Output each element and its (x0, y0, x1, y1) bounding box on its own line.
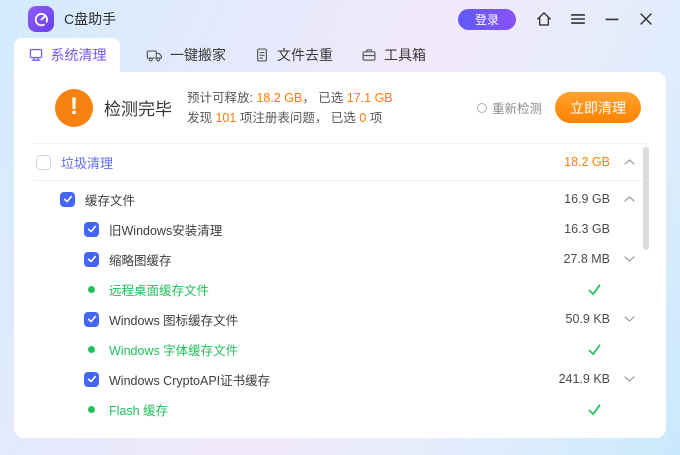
item-label: Windows 图标缓存文件 (109, 313, 239, 328)
item-size: 16.3 GB (564, 222, 610, 236)
item-label: 远程桌面缓存文件 (109, 283, 210, 298)
list-item-old-windows[interactable]: 旧Windows安装清理 16.3 GB (14, 214, 666, 244)
toolbox-icon (361, 47, 377, 63)
login-button[interactable]: 登录 (458, 8, 516, 30)
document-icon (254, 47, 270, 63)
item-size: 50.9 KB (565, 312, 610, 326)
item-label: 旧Windows安装清理 (109, 223, 223, 238)
recheck-icon (476, 102, 487, 113)
clean-now-button[interactable]: 立即清理 (555, 92, 641, 123)
checkbox-checked[interactable] (84, 371, 99, 387)
list-item-flash-cache[interactable]: Flash 缓存 (14, 394, 666, 424)
chevron-down-icon[interactable] (622, 316, 636, 322)
item-size: 241.9 KB (558, 372, 610, 386)
titlebar: C盘助手 登录 (0, 0, 680, 38)
item-size: 16.9 GB (564, 192, 610, 206)
item-label: Windows CryptoAPI证书缓存 (109, 373, 271, 388)
releasable-size: 18.2 GB (256, 90, 303, 105)
group-label: 垃圾清理 (61, 155, 114, 171)
item-label: 缩略图缓存 (109, 253, 172, 268)
monitor-icon (28, 47, 44, 63)
checkbox-checked[interactable] (84, 311, 99, 327)
tab-toolbox[interactable]: 工具箱 (359, 38, 428, 72)
tab-label: 一键搬家 (170, 47, 226, 63)
status-title: 检测完毕 (104, 100, 172, 119)
scan-summary: 预计可释放: 18.2 GB， 已选 17.1 GB 发现 101 项注册表问题… (187, 88, 393, 128)
list-item-cryptoapi-cache[interactable]: Windows CryptoAPI证书缓存 241.9 KB (14, 364, 666, 394)
list-item-cache-files[interactable]: 缓存文件 16.9 GB (14, 184, 666, 214)
tab-label: 工具箱 (384, 47, 426, 63)
tabbar: 系统清理 一键搬家 文件去重 工具箱 (14, 38, 428, 72)
checkbox-checked[interactable] (60, 191, 75, 207)
tab-file-dedup[interactable]: 文件去重 (252, 38, 335, 72)
item-label: Flash 缓存 (109, 403, 169, 418)
selected-size: 17.1 GB (346, 90, 393, 105)
done-check-icon (587, 282, 602, 297)
home-icon[interactable] (534, 9, 554, 29)
chevron-down-icon[interactable] (622, 376, 636, 382)
app-title: C盘助手 (64, 11, 117, 27)
item-size: 27.8 MB (563, 252, 610, 266)
group-row-garbage-clean[interactable]: 垃圾清理 18.2 GB (14, 144, 666, 180)
minimize-icon[interactable] (602, 9, 622, 29)
group-size: 18.2 GB (564, 155, 610, 169)
summary-line-2: 发现 101 项注册表问题， 已选 0 项 (187, 110, 383, 125)
tab-label: 系统清理 (50, 47, 107, 63)
recheck-label: 重新检测 (491, 102, 542, 116)
warning-icon: ! (55, 88, 93, 127)
status-banner: ! 检测完毕 预计可释放: 18.2 GB， 已选 17.1 GB 发现 101… (14, 72, 666, 143)
done-check-icon (587, 342, 602, 357)
checkbox-checked[interactable] (84, 221, 99, 237)
window-controls (534, 9, 656, 29)
scrollbar-thumb[interactable] (643, 147, 649, 250)
green-dot-icon (88, 285, 95, 293)
item-label: Windows 字体缓存文件 (109, 343, 239, 358)
tab-system-clean[interactable]: 系统清理 (14, 38, 120, 72)
list-item-windows-icon-cache[interactable]: Windows 图标缓存文件 50.9 KB (14, 304, 666, 334)
list-item-remote-desktop-cache[interactable]: 远程桌面缓存文件 (14, 274, 666, 304)
tab-label: 文件去重 (277, 47, 333, 63)
truck-icon (146, 47, 163, 64)
green-dot-icon (88, 345, 95, 353)
green-dot-icon (88, 405, 95, 413)
group-checkbox[interactable] (36, 154, 51, 170)
cleanup-item-list: 缓存文件 16.9 GB 旧Windows安装清理 16.3 GB 缩略图缓存 … (14, 181, 666, 424)
chevron-up-icon[interactable] (622, 196, 636, 202)
registry-issue-count: 101 (215, 110, 237, 125)
recheck-button[interactable]: 重新检测 (476, 98, 542, 117)
main-panel: ! 检测完毕 预计可释放: 18.2 GB， 已选 17.1 GB 发现 101… (14, 72, 666, 438)
list-item-thumbnail-cache[interactable]: 缩略图缓存 27.8 MB (14, 244, 666, 274)
close-icon[interactable] (636, 9, 656, 29)
tab-one-key-move[interactable]: 一键搬家 (144, 38, 228, 72)
menu-icon[interactable] (568, 9, 588, 29)
app-logo-gauge-icon (28, 6, 54, 32)
done-check-icon (587, 402, 602, 417)
list-item-windows-font-cache[interactable]: Windows 字体缓存文件 (14, 334, 666, 364)
chevron-up-icon[interactable] (622, 159, 636, 165)
summary-line-1: 预计可释放: 18.2 GB， 已选 17.1 GB (187, 90, 393, 105)
checkbox-checked[interactable] (84, 251, 99, 267)
item-label: 缓存文件 (85, 193, 136, 208)
chevron-down-icon[interactable] (622, 256, 636, 262)
